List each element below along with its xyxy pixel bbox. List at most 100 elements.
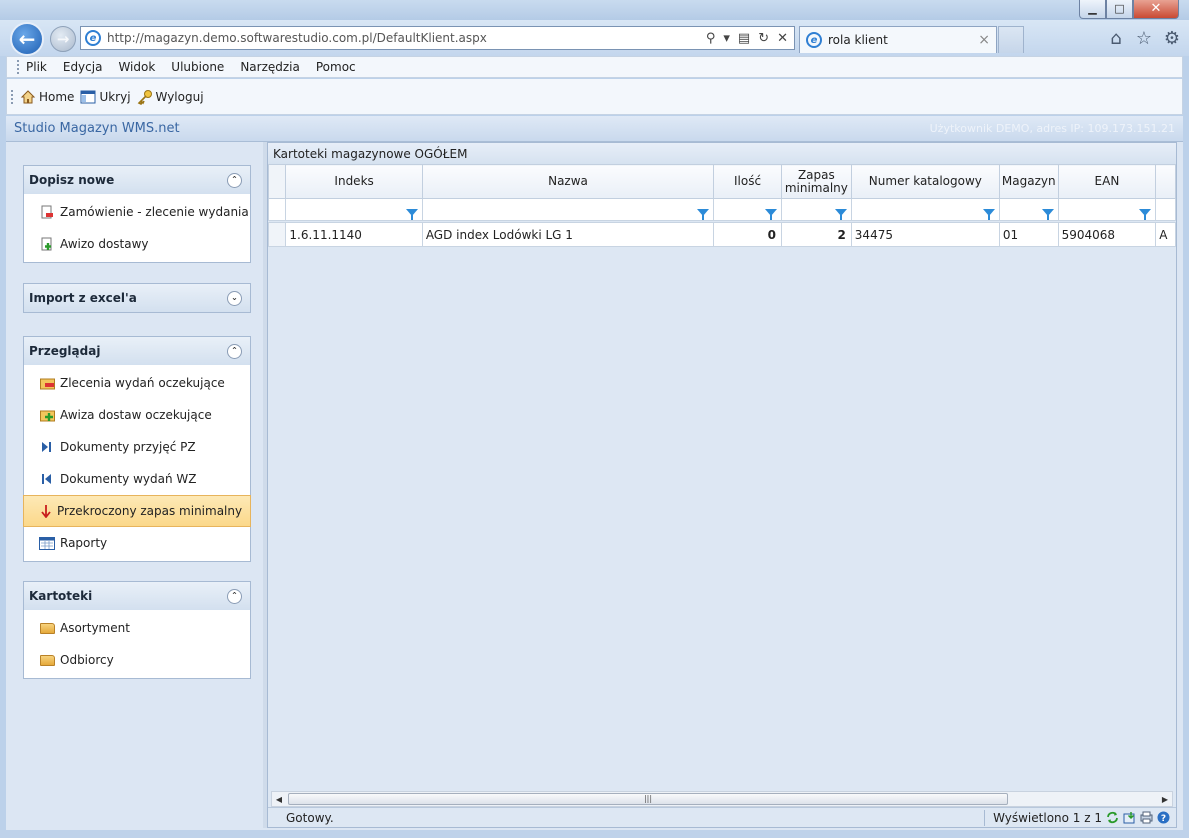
app-toolbar: Home Ukryj Wyloguj (6, 79, 1183, 115)
print-icon[interactable] (1140, 811, 1153, 824)
column-header-magazyn[interactable]: Magazyn (998, 164, 1059, 199)
sidebar-item-new-delivery[interactable]: Awizo dostawy (24, 228, 250, 260)
menu-ulubione[interactable]: Ulubione (171, 60, 224, 74)
cell-ilosc[interactable]: 0 (713, 222, 782, 247)
column-header-indeks[interactable]: Indeks (285, 164, 423, 199)
collapse-icon[interactable]: ⌃ (227, 588, 242, 604)
browser-tab[interactable]: e rola klient × (799, 26, 997, 53)
panel-przegladaj: Przeglądaj ⌃ Zlecenia wydań oczekujące A… (23, 336, 251, 562)
url-text[interactable]: http://magazyn.demo.softwarestudio.com.p… (107, 31, 706, 45)
collapse-icon[interactable]: ⌃ (227, 172, 242, 188)
sidebar-item-pending-orders[interactable]: Zlecenia wydań oczekujące (24, 367, 250, 399)
sidebar-item-issues-wz[interactable]: Dokumenty wydań WZ (24, 463, 250, 495)
sidebar-item-new-order[interactable]: Zamówienie - zlecenie wydania (24, 196, 250, 228)
filter-cell[interactable] (713, 198, 782, 221)
filter-funnel-icon[interactable] (764, 208, 777, 220)
filter-funnel-icon[interactable] (405, 208, 418, 220)
logout-button[interactable]: Wyloguj (137, 89, 204, 105)
collapse-icon[interactable]: ⌃ (227, 343, 242, 359)
cell-zapas[interactable]: 2 (780, 222, 852, 247)
sidebar-item-reports[interactable]: Raporty (24, 527, 250, 559)
panel-header[interactable]: Import z excel'a ⌄ (24, 284, 250, 312)
filter-cell[interactable] (850, 198, 1000, 221)
panel-header[interactable]: Kartoteki ⌃ (24, 582, 250, 610)
column-header-nazwa[interactable]: Nazwa (421, 164, 715, 199)
filter-funnel-icon[interactable] (834, 208, 847, 220)
home-label: Home (39, 89, 75, 104)
hide-button[interactable]: Ukryj (80, 89, 131, 105)
favorites-star-icon[interactable]: ☆ (1133, 28, 1155, 49)
search-icon[interactable]: ⚲ (706, 31, 716, 46)
cell-extra[interactable]: A (1155, 222, 1176, 247)
panel-title: Import z excel'a (29, 291, 137, 305)
dropdown-arrow-icon[interactable]: ▾ (723, 31, 730, 46)
refresh-icon[interactable]: ↻ (758, 31, 769, 46)
sidebar-item-receipts-pz[interactable]: Dokumenty przyjęć PZ (24, 431, 250, 463)
filter-cell[interactable] (1057, 198, 1157, 221)
back-button[interactable]: ← (10, 22, 44, 56)
menu-edycja[interactable]: Edycja (63, 60, 103, 74)
filter-cell[interactable] (998, 198, 1059, 221)
stop-icon[interactable]: ✕ (777, 31, 788, 46)
menu-pomoc[interactable]: Pomoc (316, 60, 356, 74)
new-tab-button[interactable] (998, 26, 1024, 53)
status-tools: Wyświetlono 1 z 1 ? (984, 809, 1170, 826)
column-header-ean[interactable]: EAN (1057, 164, 1157, 199)
sidebar-item-recipients[interactable]: Odbiorcy (24, 644, 250, 676)
panel-header[interactable]: Przeglądaj ⌃ (24, 337, 250, 365)
sidebar-item-min-stock-exceeded[interactable]: Przekroczony zapas minimalny (23, 495, 251, 527)
panel-import-excel: Import z excel'a ⌄ (23, 283, 251, 313)
scroll-right-icon[interactable]: ▶ (1158, 795, 1172, 804)
order-document-icon (39, 205, 55, 219)
filter-funnel-icon[interactable] (1041, 208, 1054, 220)
filter-cell[interactable] (1155, 198, 1176, 221)
forward-button[interactable]: → (50, 26, 76, 52)
close-window-button[interactable]: ✕ (1133, 0, 1179, 19)
export-icon[interactable] (1123, 811, 1136, 824)
column-header-numer-katalogowy[interactable]: Numer katalogowy (850, 164, 1000, 199)
expand-icon[interactable]: ⌄ (227, 290, 242, 306)
minimize-button[interactable]: ▁ (1079, 0, 1106, 19)
filter-row-selector (268, 198, 287, 221)
panel-header[interactable]: Dopisz nowe ⌃ (24, 166, 250, 194)
cell-magazyn[interactable]: 01 (998, 222, 1059, 247)
close-tab-icon[interactable]: × (978, 32, 996, 48)
filter-cell[interactable] (780, 198, 852, 221)
main-panel: Kartoteki magazynowe OGÓŁEM Indeks Nazwa… (267, 142, 1177, 828)
cell-indeks[interactable]: 1.6.11.1140 (285, 222, 423, 247)
maximize-button[interactable]: □ (1106, 0, 1133, 19)
refresh-grid-icon[interactable] (1106, 811, 1119, 824)
row-selector[interactable] (268, 222, 287, 247)
menu-widok[interactable]: Widok (118, 60, 155, 74)
menu-narzedzia[interactable]: Narzędzia (240, 60, 300, 74)
address-bar[interactable]: e http://magazyn.demo.softwarestudio.com… (80, 26, 795, 50)
column-header-ilosc[interactable]: Ilość (713, 164, 782, 199)
record-count: Wyświetlono 1 z 1 (993, 810, 1102, 825)
column-header-zapas[interactable]: Zapas minimalny (780, 164, 852, 199)
sidebar-item-label: Awiza dostaw oczekujące (60, 408, 212, 422)
compatibility-icon[interactable]: ▤ (738, 31, 750, 46)
sidebar-item-label: Raporty (60, 536, 108, 550)
gear-icon[interactable]: ⚙ (1161, 28, 1183, 49)
filter-funnel-icon[interactable] (982, 208, 995, 220)
filter-funnel-icon[interactable] (1139, 208, 1152, 220)
sidebar-item-pending-deliveries[interactable]: Awiza dostaw oczekujące (24, 399, 250, 431)
table-row[interactable]: 1.6.11.1140 AGD index Lodówki LG 1 0 2 3… (268, 222, 1176, 247)
sidebar-item-assortment[interactable]: Asortyment (24, 612, 250, 644)
help-icon[interactable]: ? (1157, 811, 1170, 824)
home-button[interactable]: Home (20, 89, 74, 105)
filter-funnel-icon[interactable] (697, 208, 710, 220)
cell-nazwa[interactable]: AGD index Lodówki LG 1 (421, 222, 715, 247)
horizontal-scrollbar[interactable]: ◀ ||| ▶ (271, 791, 1173, 807)
filter-cell[interactable] (421, 198, 715, 221)
filter-cell[interactable] (285, 198, 423, 221)
cell-numer-katalogowy[interactable]: 34475 (850, 222, 1000, 247)
scroll-thumb[interactable]: ||| (288, 793, 1008, 805)
cell-ean[interactable]: 5904068 (1057, 222, 1157, 247)
menu-plik[interactable]: Plik (26, 60, 47, 74)
scroll-left-icon[interactable]: ◀ (272, 795, 286, 804)
home-icon[interactable]: ⌂ (1105, 28, 1127, 49)
status-bar: Gotowy. Wyświetlono 1 z 1 ? (268, 807, 1176, 827)
column-header-extra[interactable] (1155, 164, 1176, 199)
user-info: Użytkownik DEMO, adres IP: 109.173.151.2… (929, 122, 1175, 135)
